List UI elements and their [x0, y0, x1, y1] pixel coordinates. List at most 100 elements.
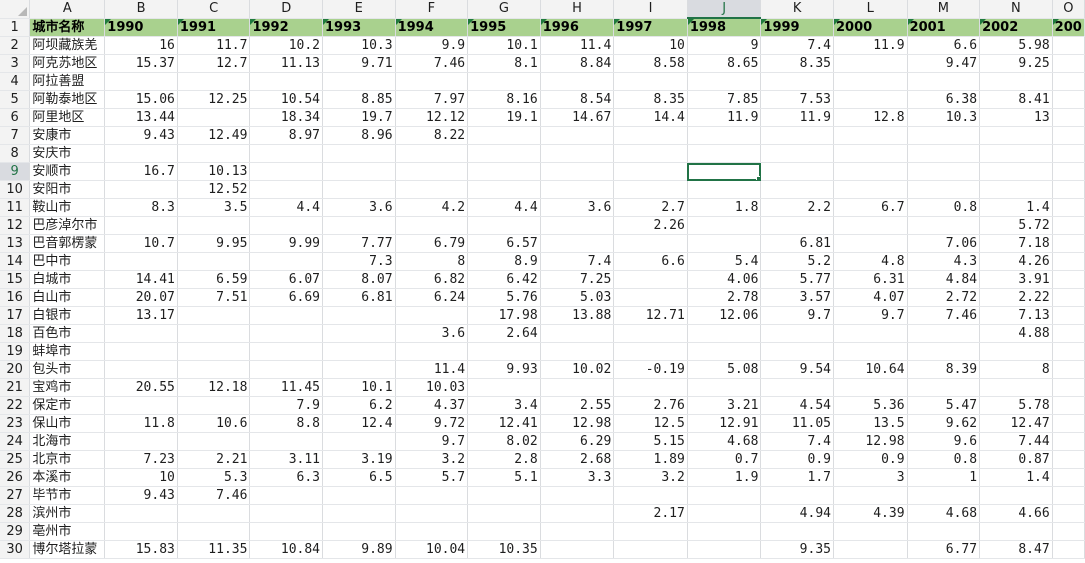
- row-header[interactable]: 6: [0, 108, 31, 127]
- value-cell[interactable]: [760, 144, 834, 163]
- value-cell[interactable]: 11.05: [760, 414, 834, 433]
- value-cell[interactable]: [687, 216, 762, 235]
- value-cell[interactable]: 14.41: [104, 270, 178, 289]
- value-cell[interactable]: 9.71: [322, 54, 396, 73]
- header-city-name[interactable]: 城市名称: [29, 18, 106, 37]
- value-cell[interactable]: 7.46: [907, 306, 981, 325]
- value-cell[interactable]: 9.43: [104, 126, 178, 145]
- city-name-cell[interactable]: 鞍山市: [29, 198, 106, 217]
- row-header[interactable]: 25: [0, 450, 31, 469]
- value-cell[interactable]: [833, 486, 908, 505]
- value-cell[interactable]: [907, 522, 981, 541]
- value-cell[interactable]: 5.78: [979, 396, 1053, 415]
- value-cell[interactable]: 15.83: [104, 540, 178, 559]
- value-cell[interactable]: 19.1: [467, 108, 541, 127]
- value-cell[interactable]: 4.88: [979, 324, 1053, 343]
- value-cell[interactable]: 9: [687, 36, 762, 55]
- value-cell[interactable]: [104, 72, 178, 91]
- value-cell[interactable]: [687, 234, 762, 253]
- value-cell[interactable]: 8.41: [979, 90, 1053, 109]
- value-cell[interactable]: 9.99: [249, 234, 324, 253]
- value-cell[interactable]: [467, 522, 541, 541]
- value-cell[interactable]: [104, 432, 178, 451]
- value-cell[interactable]: [104, 342, 178, 361]
- value-cell[interactable]: 8: [395, 252, 469, 271]
- value-cell[interactable]: [613, 324, 688, 343]
- value-cell[interactable]: 6.29: [540, 432, 615, 451]
- value-cell[interactable]: 3.2: [613, 468, 688, 487]
- value-cell[interactable]: 15.06: [104, 90, 178, 109]
- value-cell[interactable]: [613, 144, 688, 163]
- row-header[interactable]: 14: [0, 252, 31, 271]
- row-header[interactable]: 20: [0, 360, 31, 379]
- value-cell[interactable]: [104, 360, 178, 379]
- value-cell[interactable]: [467, 162, 541, 181]
- value-cell[interactable]: 2.68: [540, 450, 615, 469]
- value-cell[interactable]: 12.49: [177, 126, 251, 145]
- value-cell[interactable]: [1052, 342, 1085, 361]
- value-cell[interactable]: [249, 324, 324, 343]
- value-cell[interactable]: 2.21: [177, 450, 251, 469]
- value-cell[interactable]: 8.35: [613, 90, 688, 109]
- value-cell[interactable]: 7.4: [760, 432, 834, 451]
- value-cell[interactable]: [322, 162, 396, 181]
- value-cell[interactable]: 3.6: [322, 198, 396, 217]
- value-cell[interactable]: [322, 486, 396, 505]
- value-cell[interactable]: [1052, 378, 1085, 397]
- value-cell[interactable]: [833, 54, 908, 73]
- value-cell[interactable]: [540, 180, 615, 199]
- value-cell[interactable]: [104, 144, 178, 163]
- value-cell[interactable]: [1052, 306, 1085, 325]
- value-cell[interactable]: [322, 522, 396, 541]
- row-header[interactable]: 21: [0, 378, 31, 397]
- value-cell[interactable]: [687, 522, 762, 541]
- value-cell[interactable]: [1052, 144, 1085, 163]
- column-header-i[interactable]: I: [613, 0, 688, 19]
- value-cell[interactable]: [395, 486, 469, 505]
- value-cell[interactable]: 5.4: [687, 252, 762, 271]
- city-name-cell[interactable]: 阿克苏地区: [29, 54, 106, 73]
- value-cell[interactable]: 20.07: [104, 288, 178, 307]
- value-cell[interactable]: 5.47: [907, 396, 981, 415]
- value-cell[interactable]: [1052, 414, 1085, 433]
- city-name-cell[interactable]: 包头市: [29, 360, 106, 379]
- value-cell[interactable]: [177, 360, 251, 379]
- value-cell[interactable]: 4.26: [979, 252, 1053, 271]
- value-cell[interactable]: 8.02: [467, 432, 541, 451]
- value-cell[interactable]: 7.46: [395, 54, 469, 73]
- value-cell[interactable]: 18.34: [249, 108, 324, 127]
- value-cell[interactable]: 2.26: [613, 216, 688, 235]
- value-cell[interactable]: 13.17: [104, 306, 178, 325]
- value-cell[interactable]: [979, 378, 1053, 397]
- value-cell[interactable]: [540, 486, 615, 505]
- value-cell[interactable]: [907, 216, 981, 235]
- row-header[interactable]: 5: [0, 90, 31, 109]
- value-cell[interactable]: 2.17: [613, 504, 688, 523]
- value-cell[interactable]: 19.7: [322, 108, 396, 127]
- value-cell[interactable]: [540, 378, 615, 397]
- value-cell[interactable]: [322, 324, 396, 343]
- value-cell[interactable]: [1052, 432, 1085, 451]
- value-cell[interactable]: 8.9: [467, 252, 541, 271]
- value-cell[interactable]: 10.3: [907, 108, 981, 127]
- value-cell[interactable]: [322, 216, 396, 235]
- value-cell[interactable]: 9.93: [467, 360, 541, 379]
- value-cell[interactable]: 0.8: [907, 198, 981, 217]
- value-cell[interactable]: [979, 522, 1053, 541]
- city-name-cell[interactable]: 巴彦淖尔市: [29, 216, 106, 235]
- value-cell[interactable]: 10.1: [322, 378, 396, 397]
- value-cell[interactable]: [907, 72, 981, 91]
- row-header[interactable]: 28: [0, 504, 31, 523]
- value-cell[interactable]: [467, 216, 541, 235]
- value-cell[interactable]: 0.8: [907, 450, 981, 469]
- value-cell[interactable]: [1052, 288, 1085, 307]
- value-cell[interactable]: [687, 324, 762, 343]
- value-cell[interactable]: 16.7: [104, 162, 178, 181]
- value-cell[interactable]: 8.58: [613, 54, 688, 73]
- value-cell[interactable]: [613, 288, 688, 307]
- value-cell[interactable]: 12.98: [833, 432, 908, 451]
- value-cell[interactable]: 3.6: [395, 324, 469, 343]
- city-name-cell[interactable]: 毕节市: [29, 486, 106, 505]
- value-cell[interactable]: 3.91: [979, 270, 1053, 289]
- value-cell[interactable]: [322, 504, 396, 523]
